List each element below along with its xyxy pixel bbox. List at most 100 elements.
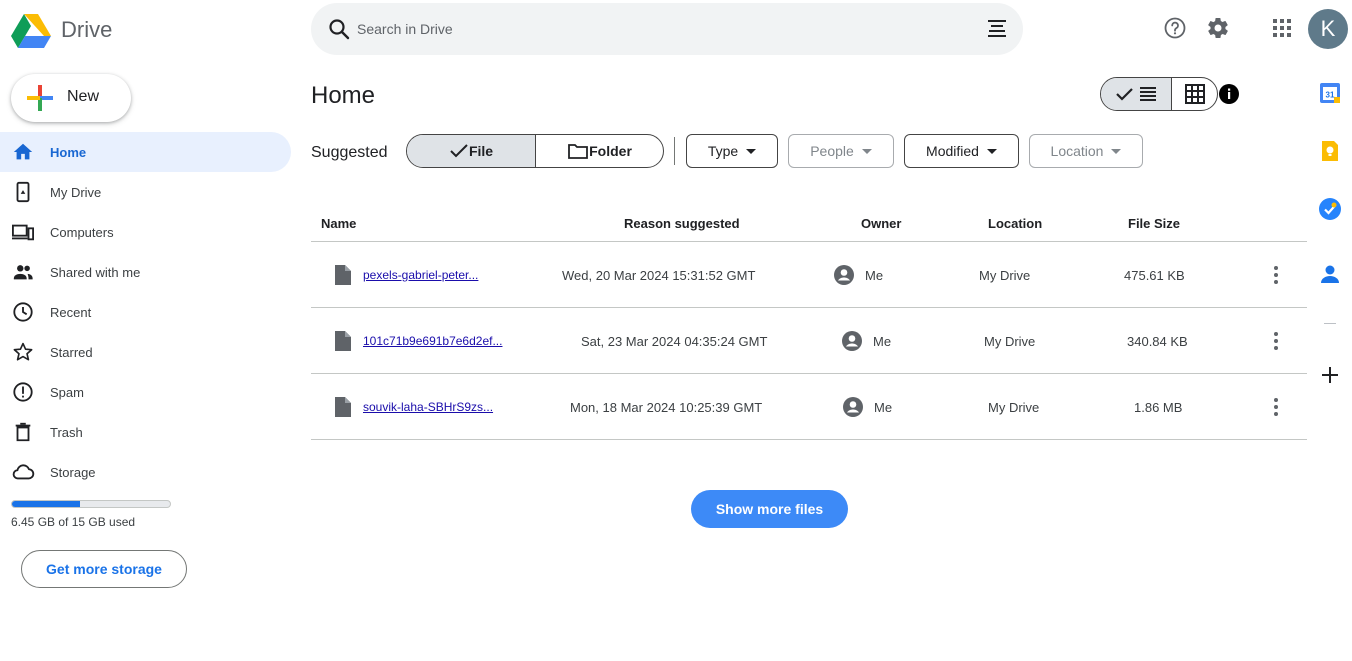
chevron-down-icon [746, 148, 757, 154]
drive-logo-icon [11, 14, 51, 48]
contacts-icon[interactable] [1318, 262, 1342, 286]
sidebar-item-storage[interactable]: Storage [0, 452, 291, 492]
owner-cell: Me [865, 268, 884, 283]
search-bar[interactable] [311, 3, 1023, 55]
file-name-link[interactable]: pexels-gabriel-peter... [363, 268, 478, 282]
calendar-day-text: 31 [1326, 91, 1335, 100]
people-icon [11, 260, 35, 284]
storage-usage-text: 6.45 GB of 15 GB used [11, 515, 136, 529]
apps-grid-icon[interactable] [1270, 16, 1294, 40]
chip-label: Location [1050, 143, 1104, 159]
sidebar-item-computers[interactable]: Computers [0, 212, 291, 252]
chevron-down-icon [986, 148, 997, 154]
owner-avatar-icon [842, 331, 862, 351]
file-name-link[interactable]: souvik-laha-SBHrS9zs... [363, 400, 493, 414]
tasks-icon[interactable] [1318, 197, 1342, 221]
home-icon [11, 140, 35, 164]
storage-bar [11, 500, 171, 508]
chip-label: Type [707, 143, 739, 159]
grid-view-button[interactable] [1172, 78, 1217, 110]
file-name-link[interactable]: 101c71b9e691b7e6d2ef... [363, 334, 502, 348]
add-icon[interactable] [1318, 363, 1342, 387]
help-icon[interactable] [1163, 16, 1187, 40]
file-icon [335, 331, 351, 351]
column-header-owner: Owner [861, 216, 902, 231]
plus-icon [27, 85, 53, 111]
file-icon [335, 265, 351, 285]
new-button[interactable]: New [11, 74, 131, 122]
type-filter-chip[interactable]: Type [686, 134, 778, 168]
calendar-icon[interactable]: 31 [1318, 81, 1342, 105]
check-list-icon [1116, 87, 1156, 101]
drive-logo[interactable]: Drive [11, 12, 112, 48]
grid-icon [1184, 84, 1205, 104]
spam-icon [11, 380, 35, 404]
chip-label: Modified [926, 143, 979, 159]
get-more-storage-button[interactable]: Get more storage [21, 550, 187, 588]
view-toggle [1100, 77, 1218, 111]
sidebar-item-my-drive[interactable]: My Drive [0, 172, 291, 212]
people-filter-chip[interactable]: People [788, 134, 894, 168]
more-vert-icon[interactable] [1266, 329, 1286, 353]
file-size-cell: 475.61 KB [1124, 268, 1185, 283]
column-header-name[interactable]: Name [321, 216, 356, 231]
table-row[interactable]: souvik-laha-SBHrS9zs... Mon, 18 Mar 2024… [311, 374, 1307, 440]
sidebar-item-label: Shared with me [50, 264, 141, 280]
location-cell: My Drive [984, 334, 1036, 349]
column-header-file-size: File Size [1128, 216, 1181, 231]
search-input[interactable] [357, 17, 957, 41]
file-size-cell: 1.86 MB [1134, 400, 1183, 415]
sidebar-item-starred[interactable]: Starred [0, 332, 291, 372]
list-view-button[interactable] [1101, 78, 1172, 110]
page-title: Home [311, 82, 376, 109]
info-icon[interactable] [1218, 83, 1240, 105]
sidebar-item-label: My Drive [50, 184, 102, 200]
more-vert-icon[interactable] [1266, 263, 1286, 287]
file-size-cell: 340.84 KB [1127, 334, 1188, 349]
filter-divider [674, 137, 675, 165]
sidebar-item-label: Computers [50, 224, 114, 240]
sidebar-item-trash[interactable]: Trash [0, 412, 291, 452]
sidebar-item-label: Home [50, 144, 87, 160]
computers-icon [11, 220, 35, 244]
star-icon [11, 340, 35, 364]
sidebar-item-label: Trash [50, 424, 83, 440]
folder-filter-button[interactable]: Folder [536, 135, 663, 167]
keep-icon[interactable] [1318, 139, 1342, 163]
file-icon [335, 397, 351, 417]
table-row[interactable]: 101c71b9e691b7e6d2ef... Sat, 23 Mar 2024… [311, 308, 1307, 374]
sidebar-item-spam[interactable]: Spam [0, 372, 291, 412]
clock-icon [11, 300, 35, 324]
column-header-reason: Reason suggested [624, 216, 740, 231]
modified-filter-chip[interactable]: Modified [904, 134, 1019, 168]
sidebar-item-label: Recent [50, 304, 92, 320]
more-vert-icon[interactable] [1266, 395, 1286, 419]
search-icon[interactable] [327, 17, 351, 41]
sidebar-item-recent[interactable]: Recent [0, 292, 291, 332]
location-cell: My Drive [979, 268, 1031, 283]
chevron-down-icon [861, 148, 872, 154]
column-header-location: Location [988, 216, 1043, 231]
sidebar-item-label: Storage [50, 464, 96, 480]
search-options-icon[interactable] [985, 17, 1009, 41]
file-filter-button[interactable]: File [407, 135, 536, 167]
check-icon [450, 144, 468, 158]
app-name: Drive [61, 17, 113, 42]
folder-icon [568, 144, 589, 159]
account-avatar[interactable]: K [1308, 9, 1348, 49]
table-row[interactable]: pexels-gabriel-peter... Wed, 20 Mar 2024… [311, 242, 1307, 308]
location-filter-chip[interactable]: Location [1029, 134, 1143, 168]
table-divider [311, 439, 1307, 440]
show-more-files-button[interactable]: Show more files [691, 490, 848, 528]
my-drive-icon [11, 180, 35, 204]
sidebar-item-shared-with-me[interactable]: Shared with me [0, 252, 291, 292]
trash-icon [11, 420, 35, 444]
chevron-down-icon [1111, 148, 1122, 154]
storage-bar-fill [12, 501, 80, 507]
sidebar-item-label: Starred [50, 344, 93, 360]
location-cell: My Drive [988, 400, 1040, 415]
settings-gear-icon[interactable] [1206, 16, 1230, 40]
cloud-icon [11, 460, 35, 484]
sidebar-item-home[interactable]: Home [0, 132, 291, 172]
sidebar-nav: Home My Drive Computers Shared with me R… [0, 132, 291, 492]
